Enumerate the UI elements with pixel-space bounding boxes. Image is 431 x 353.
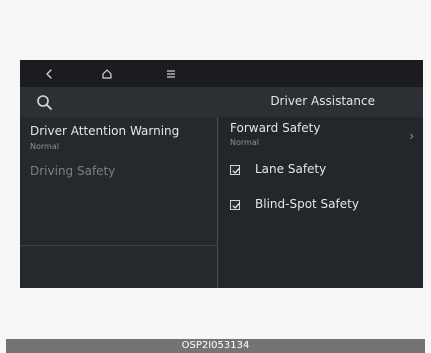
back-button[interactable] xyxy=(40,60,58,87)
infotainment-screen: Driver Assistance Driver Attention Warni… xyxy=(20,60,423,288)
lane-safety-label: Lane Safety xyxy=(255,162,327,176)
driving-safety-item[interactable]: Driving Safety xyxy=(20,164,217,188)
checkmark-icon xyxy=(232,203,240,209)
page-title: Driver Assistance xyxy=(270,94,375,108)
driver-attention-warning-status: Normal xyxy=(30,142,59,151)
blind-spot-safety-row[interactable]: Blind-Spot Safety xyxy=(230,197,416,215)
chevron-left-icon xyxy=(46,68,52,79)
left-panel-divider xyxy=(20,245,217,246)
right-settings-panel: Forward Safety Normal › Lane Safety Blin… xyxy=(218,117,423,288)
top-navigation-bar xyxy=(20,60,423,87)
forward-safety-item[interactable]: Forward Safety Normal › xyxy=(230,121,414,153)
settings-header: Driver Assistance xyxy=(20,87,423,117)
driving-safety-label: Driving Safety xyxy=(30,164,116,178)
blind-spot-safety-label: Blind-Spot Safety xyxy=(255,197,359,211)
lane-safety-checkbox[interactable] xyxy=(230,165,240,175)
driver-attention-warning-item[interactable]: Driver Attention Warning Normal xyxy=(20,124,217,156)
home-button[interactable] xyxy=(96,60,118,87)
checkmark-icon xyxy=(232,168,240,174)
forward-safety-status: Normal xyxy=(230,138,259,147)
home-icon xyxy=(102,68,112,79)
search-button[interactable] xyxy=(36,94,54,112)
driver-attention-warning-label: Driver Attention Warning xyxy=(30,124,180,138)
left-settings-panel: Driver Attention Warning Normal Driving … xyxy=(20,117,217,288)
menu-button[interactable] xyxy=(160,60,182,87)
search-icon xyxy=(37,95,52,110)
menu-icon xyxy=(167,69,175,78)
chevron-right-icon: › xyxy=(409,129,414,143)
lane-safety-row[interactable]: Lane Safety xyxy=(230,162,416,180)
blind-spot-safety-checkbox[interactable] xyxy=(230,200,240,210)
forward-safety-label: Forward Safety xyxy=(230,121,321,135)
caption-bar: OSP2I053134 xyxy=(6,339,425,353)
